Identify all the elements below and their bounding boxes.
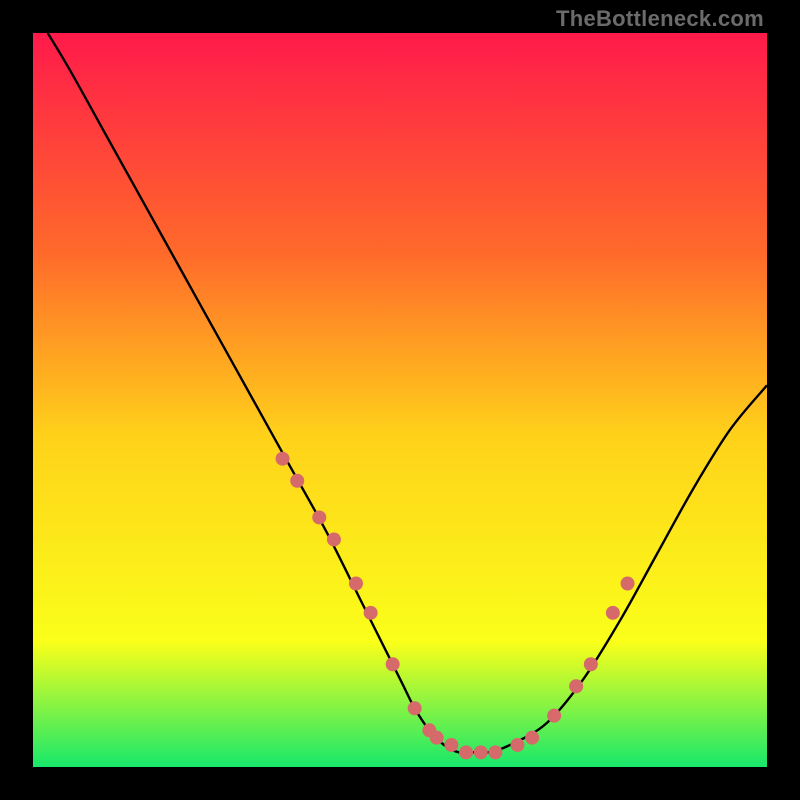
highlight-dot <box>327 532 341 546</box>
highlight-dot <box>584 657 598 671</box>
highlight-dot <box>444 738 458 752</box>
highlight-dot <box>312 510 326 524</box>
highlight-dot <box>510 738 524 752</box>
highlight-dot <box>474 745 488 759</box>
highlight-dot <box>290 474 304 488</box>
chart-frame: TheBottleneck.com <box>0 0 800 800</box>
highlight-dot <box>349 577 363 591</box>
highlight-dot <box>364 606 378 620</box>
highlight-dot <box>621 577 635 591</box>
highlight-dot <box>430 731 444 745</box>
watermark-text: TheBottleneck.com <box>556 6 764 32</box>
highlight-dot <box>606 606 620 620</box>
highlight-dot <box>488 745 502 759</box>
gradient-background <box>33 33 767 767</box>
highlight-dot <box>547 709 561 723</box>
plot-area <box>33 33 767 767</box>
highlight-dot <box>276 452 290 466</box>
highlight-dot <box>569 679 583 693</box>
chart-svg <box>33 33 767 767</box>
highlight-dot <box>408 701 422 715</box>
highlight-dot <box>525 731 539 745</box>
highlight-dot <box>459 745 473 759</box>
highlight-dot <box>386 657 400 671</box>
